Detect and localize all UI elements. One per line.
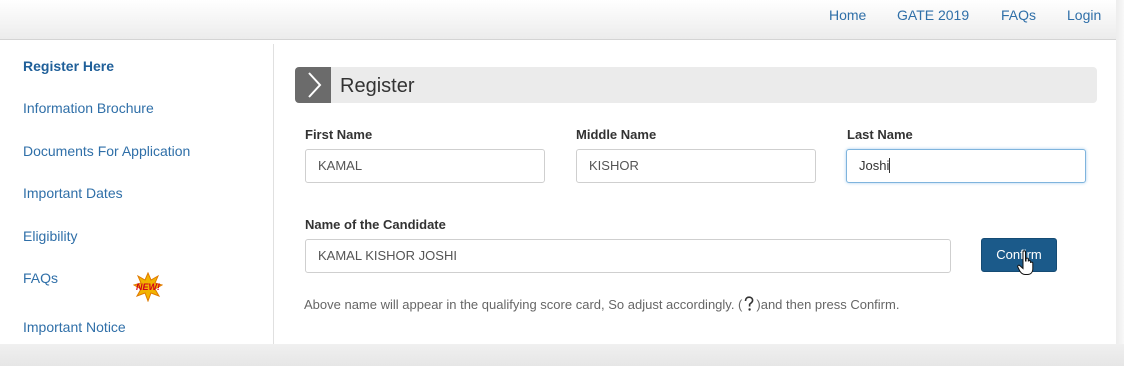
last-name-label: Last Name bbox=[847, 127, 913, 142]
last-name-field[interactable]: Joshi bbox=[846, 149, 1086, 183]
question-mark-icon[interactable] bbox=[742, 296, 756, 312]
register-header-icon-box bbox=[295, 67, 331, 103]
register-header: Register bbox=[295, 67, 1097, 103]
new-badge-text: NEW! bbox=[136, 282, 160, 292]
first-name-field[interactable]: KAMAL bbox=[305, 149, 545, 183]
sidebar-item-register-here[interactable]: Register Here bbox=[23, 58, 114, 74]
last-name-value: Joshi bbox=[859, 158, 890, 173]
first-name-value: KAMAL bbox=[318, 158, 363, 173]
candidate-name-field[interactable]: KAMAL KISHOR JOSHI bbox=[305, 239, 951, 273]
page-bottom-band bbox=[0, 344, 1124, 366]
register-title: Register bbox=[340, 75, 415, 97]
sidebar-item-important-dates[interactable]: Important Dates bbox=[23, 185, 123, 201]
help-text: Above name will appear in the qualifying… bbox=[304, 296, 899, 312]
help-text-after: )and then press Confirm. bbox=[756, 297, 900, 312]
nav-link-faqs[interactable]: FAQs bbox=[1001, 7, 1036, 23]
nav-link-home[interactable]: Home bbox=[829, 7, 866, 23]
first-name-label: First Name bbox=[305, 127, 373, 142]
candidate-name-value: KAMAL KISHOR JOSHI bbox=[318, 248, 457, 263]
sidebar-item-eligibility[interactable]: Eligibility bbox=[23, 228, 77, 244]
new-badge-icon: NEW! bbox=[133, 272, 163, 302]
middle-name-label: Middle Name bbox=[576, 127, 657, 142]
top-navigation-bar: Home GATE 2019 FAQs Login bbox=[0, 0, 1116, 40]
sidebar-divider bbox=[273, 44, 274, 344]
middle-name-field[interactable]: KISHOR bbox=[576, 149, 816, 183]
hand-pointer-icon bbox=[1017, 250, 1034, 275]
middle-name-value: KISHOR bbox=[589, 158, 639, 173]
nav-link-gate-2019[interactable]: GATE 2019 bbox=[897, 7, 969, 23]
page-right-edge bbox=[1116, 0, 1124, 366]
candidate-name-label: Name of the Candidate bbox=[305, 217, 446, 232]
chevron-right-icon bbox=[308, 72, 322, 98]
sidebar-item-faqs[interactable]: FAQs bbox=[23, 270, 58, 286]
sidebar-item-important-notice[interactable]: Important Notice bbox=[23, 319, 126, 335]
help-text-before: Above name will appear in the qualifying… bbox=[304, 297, 743, 312]
text-caret bbox=[889, 158, 891, 173]
nav-link-login[interactable]: Login bbox=[1067, 7, 1101, 23]
sidebar-item-documents-for-application[interactable]: Documents For Application bbox=[23, 143, 190, 159]
sidebar-item-information-brochure[interactable]: Information Brochure bbox=[23, 100, 154, 116]
